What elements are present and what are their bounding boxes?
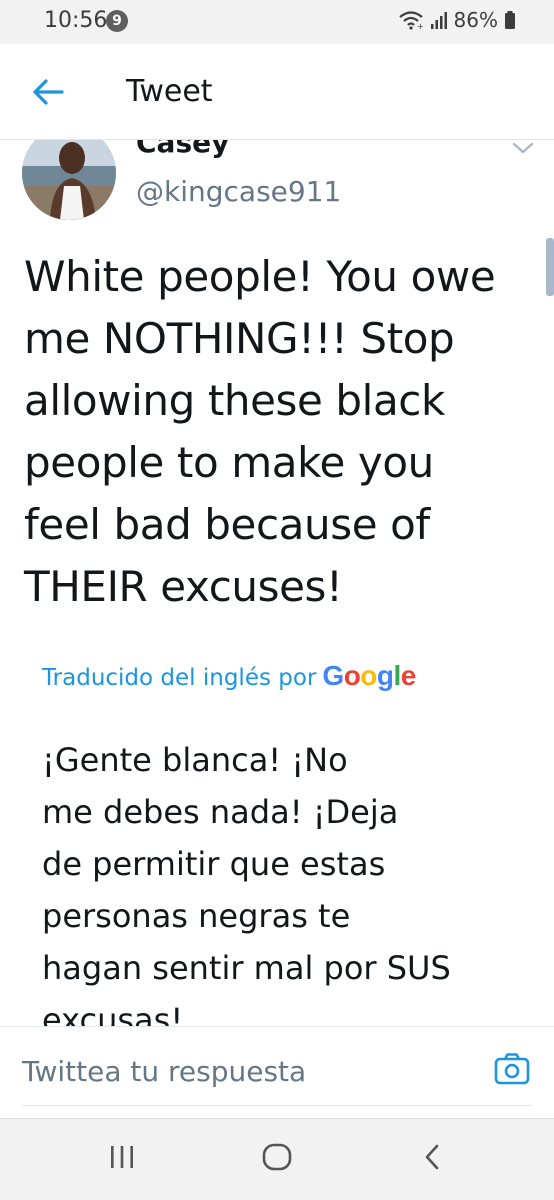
recent-apps-button[interactable] [92, 1139, 152, 1179]
tweet-text-line: THEIR excuses! [24, 562, 343, 611]
wifi-icon: + [398, 10, 424, 30]
tweet-text: White people! You owe me NOTHING!!! Stop… [24, 246, 534, 618]
tweet-text-line: me NOTHING!!! Stop [24, 314, 455, 363]
author-handle[interactable]: @kingcase911 [136, 175, 341, 208]
translation-line: de permitir que estas [42, 845, 386, 883]
translation-attribution[interactable]: Traducido del inglés por Google [42, 660, 416, 692]
translated-tweet-text: ¡Gente blanca! ¡No me debes nada! ¡Deja … [42, 734, 522, 1046]
home-button[interactable] [247, 1139, 307, 1179]
app-header: Tweet [0, 44, 554, 140]
tweet-text-line: White people! You owe [24, 252, 496, 301]
tweet-author-row: Casey @kingcase911 [0, 140, 554, 230]
reply-bar: Twittea tu respuesta [0, 1026, 554, 1118]
camera-button[interactable] [494, 1051, 530, 1087]
back-chevron-icon [422, 1143, 442, 1175]
battery-percentage: 86% [453, 8, 498, 32]
avatar[interactable] [22, 140, 116, 220]
svg-text:+: + [417, 22, 424, 30]
translation-label: Traducido del inglés por [42, 665, 317, 691]
reply-divider [22, 1105, 532, 1106]
page-title: Tweet [126, 74, 213, 109]
google-logo: Google [322, 660, 416, 691]
home-icon [261, 1142, 293, 1176]
status-bar: 10:56 9 + 86% [0, 0, 554, 44]
status-icons: + 86% [398, 8, 516, 32]
notification-count-badge: 9 [106, 10, 128, 32]
scrollbar-thumb[interactable] [546, 238, 554, 296]
recent-apps-icon [108, 1144, 136, 1174]
battery-icon [504, 10, 516, 30]
translation-line: ¡Gente blanca! ¡No [42, 741, 348, 779]
back-nav-button[interactable] [402, 1139, 462, 1179]
system-nav-bar [0, 1118, 554, 1200]
translation-line: me debes nada! ¡Deja [42, 793, 399, 831]
author-name[interactable]: Casey [136, 140, 229, 159]
tweet-options-button[interactable] [510, 140, 536, 158]
translation-line: personas negras te [42, 897, 351, 935]
tweet-text-line: allowing these black [24, 376, 445, 425]
tweet-text-line: feel bad because of [24, 500, 430, 549]
camera-icon [494, 1053, 530, 1091]
back-arrow-icon [32, 78, 64, 110]
back-button[interactable] [22, 70, 74, 118]
chevron-down-icon [510, 142, 536, 162]
reply-input[interactable]: Twittea tu respuesta [22, 1055, 306, 1088]
signal-icon [430, 10, 448, 30]
translation-line: hagan sentir mal por SUS [42, 949, 451, 987]
status-time: 10:56 [44, 8, 108, 33]
tweet-text-line: people to make you [24, 438, 434, 487]
